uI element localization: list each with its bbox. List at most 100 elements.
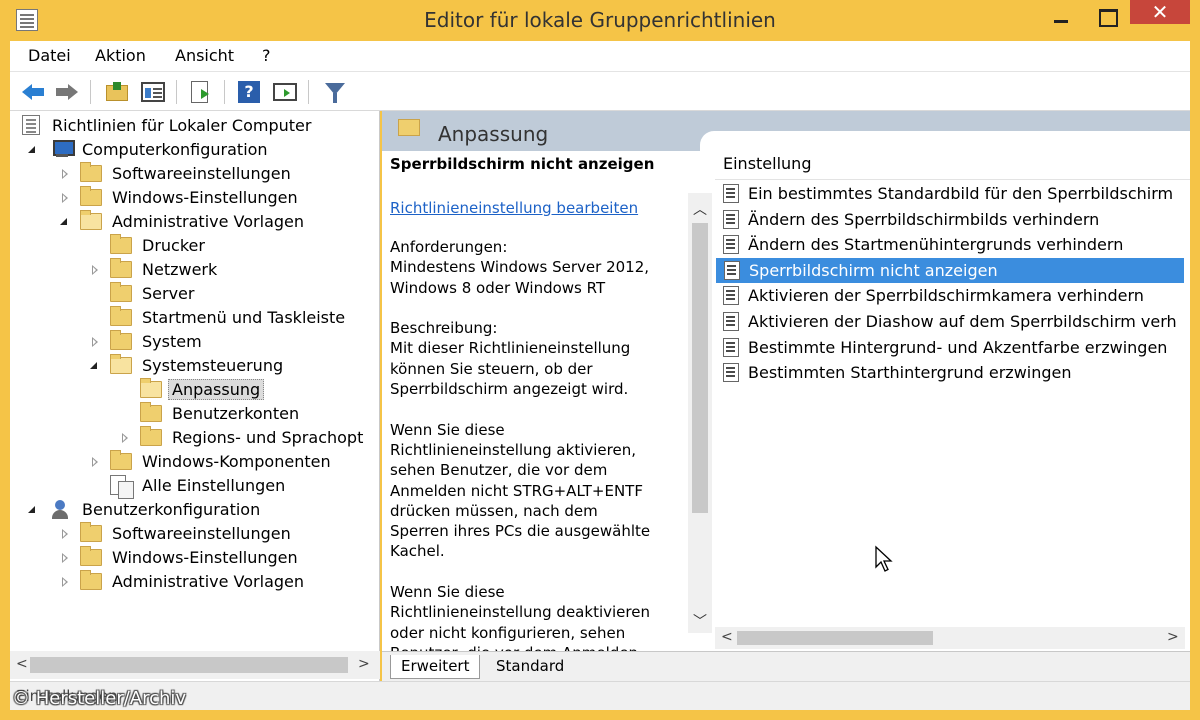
tree-item-drucker[interactable]: Drucker [92,234,372,258]
show-hide-tree-icon[interactable] [140,79,166,105]
list-item[interactable]: Aktivieren der Diashow auf dem Sperrbild… [715,309,1190,334]
properties-icon[interactable] [272,79,298,105]
description-scrollbar[interactable]: ︿ ﹀ [688,193,712,633]
menu-ansicht[interactable]: Ansicht [175,46,234,65]
expand-icon[interactable] [62,169,68,179]
toolbar-separator [308,80,309,104]
menu-datei[interactable]: Datei [28,46,71,65]
minimize-button[interactable] [1038,2,1084,30]
list-item[interactable]: Ändern des Sperrbildschirmbilds verhinde… [715,207,1190,232]
tree-item-alle-einstellungen[interactable]: Alle Einstellungen [92,474,372,499]
policy-doc-icon [22,115,40,135]
collapse-icon[interactable] [90,362,97,369]
folder-icon [398,119,420,136]
all-settings-icon [110,475,134,499]
chevron-up-icon[interactable]: ︿ [692,199,708,218]
tree-item-user-administrative-vorlagen[interactable]: Administrative Vorlagen [62,570,372,594]
settings-list: Einstellung Ein bestimmtes Standardbild … [715,151,1190,651]
list-item-selected[interactable]: Sperrbildschirm nicht anzeigen [716,257,1184,283]
scroll-left-icon[interactable]: < [16,656,28,672]
tree-item-server[interactable]: Server [92,282,372,306]
scroll-thumb[interactable] [692,223,708,513]
chevron-down-icon[interactable]: ﹀ [692,611,708,630]
list-item[interactable]: Ändern des Startmenühintergrunds verhind… [715,232,1190,257]
tree-item-regions-sprachoptionen[interactable]: Regions- und Sprachopt [122,426,372,450]
scroll-right-icon[interactable]: > [358,656,370,672]
list-item[interactable]: Aktivieren der Sperrbildschirmkamera ver… [715,283,1190,308]
forward-arrow-icon[interactable] [54,79,80,105]
expand-icon[interactable] [62,193,68,203]
folder-up-icon[interactable] [104,79,130,105]
folder-icon [110,258,132,278]
expand-icon[interactable] [92,265,98,275]
folder-open-icon [110,354,132,374]
list-item[interactable]: Bestimmten Starthintergrund erzwingen [715,360,1190,385]
tree-item-startmenue[interactable]: Startmenü und Taskleiste [92,306,372,330]
export-list-icon[interactable] [188,79,214,105]
close-button[interactable]: ✕ [1130,0,1190,24]
tree-label: Netzwerk [142,260,218,279]
list-item-label: Ein bestimmtes Standardbild für den Sper… [748,184,1174,203]
back-arrow-icon[interactable] [20,79,46,105]
description-pane: Sperrbildschirm nicht anzeigen Richtlini… [382,151,688,651]
tree-item-windows-komponenten[interactable]: Windows-Komponenten [92,450,372,474]
policy-setting-icon [723,286,739,306]
maximize-button[interactable] [1084,2,1130,30]
collapse-icon[interactable] [28,506,35,513]
tree-item-softwareeinstellungen[interactable]: Softwareeinstellungen [62,162,372,186]
tree-item-netzwerk[interactable]: Netzwerk [92,258,372,282]
tree-root[interactable]: Richtlinien für Lokaler Computer [22,114,372,138]
collapse-icon[interactable] [28,146,35,153]
scroll-thumb[interactable] [30,657,348,673]
tree-item-user-softwareeinstellungen[interactable]: Softwareeinstellungen [62,522,372,546]
tree-item-benutzerkonten[interactable]: Benutzerkonten [122,402,372,426]
view-tabs: Erweitert Standard [382,651,1190,681]
tree-item-user-windows-einstellungen[interactable]: Windows-Einstellungen [62,546,372,570]
collapse-icon[interactable] [60,218,67,225]
tree-item-systemsteuerung[interactable]: Systemsteuerung [90,354,372,378]
expand-icon[interactable] [62,553,68,563]
menu-bar: Datei Aktion Ansicht ? [10,41,1190,71]
list-item[interactable]: Bestimmte Hintergrund- und Akzentfarbe e… [715,335,1190,360]
tree-item-windows-einstellungen[interactable]: Windows-Einstellungen [62,186,372,210]
expand-icon[interactable] [92,457,98,467]
menu-aktion[interactable]: Aktion [95,46,146,65]
tree-label: System [142,332,202,351]
tree-item-system[interactable]: System [92,330,372,354]
expand-icon[interactable] [122,433,128,443]
tree-horizontal-scrollbar[interactable]: < > [10,651,380,679]
scroll-thumb[interactable] [737,631,933,645]
description-text: Anforderungen: Mindestens Windows Server… [390,238,651,651]
tree-label: Administrative Vorlagen [112,572,305,591]
folder-icon [110,450,132,470]
tree-item-benutzerkonfiguration[interactable]: Benutzerkonfiguration [28,498,370,522]
policy-setting-icon [724,260,740,280]
menu-help[interactable]: ? [262,46,271,65]
edit-policy-link[interactable]: Richtlinieneinstellung bearbeiten [390,199,638,217]
tree-item-administrative-vorlagen[interactable]: Administrative Vorlagen [60,210,372,234]
tab-erweitert[interactable]: Erweitert [390,655,481,679]
scroll-left-icon[interactable]: < [721,629,733,645]
policy-setting-icon [723,209,739,229]
help-icon[interactable]: ? [236,79,262,105]
tree-label: Benutzerkonfiguration [82,500,261,519]
tab-standard[interactable]: Standard [486,655,574,679]
list-item[interactable]: Ein bestimmtes Standardbild für den Sper… [715,181,1190,206]
scroll-right-icon[interactable]: > [1167,629,1179,645]
list-horizontal-scrollbar[interactable]: < > [715,627,1185,649]
expand-icon[interactable] [92,337,98,347]
expand-icon[interactable] [62,529,68,539]
filter-icon[interactable] [322,79,348,105]
tree-label: Windows-Einstellungen [112,548,298,567]
list-item-label: Ändern des Sperrbildschirmbilds verhinde… [748,209,1100,229]
column-header-einstellung[interactable]: Einstellung [723,154,811,173]
folder-icon [80,522,102,542]
folder-icon [110,330,132,350]
details-area: Anpassung Sperrbildschirm nicht anzeigen… [382,111,1190,681]
column-divider [715,179,1190,180]
list-item-label: Bestimmten Starthintergrund erzwingen [748,363,1072,383]
tree-item-anpassung[interactable]: Anpassung [122,378,372,402]
expand-icon[interactable] [62,577,68,587]
tree-item-computerkonfiguration[interactable]: Computerkonfiguration [28,138,370,162]
status-bar: Einstellungen [10,681,1190,710]
